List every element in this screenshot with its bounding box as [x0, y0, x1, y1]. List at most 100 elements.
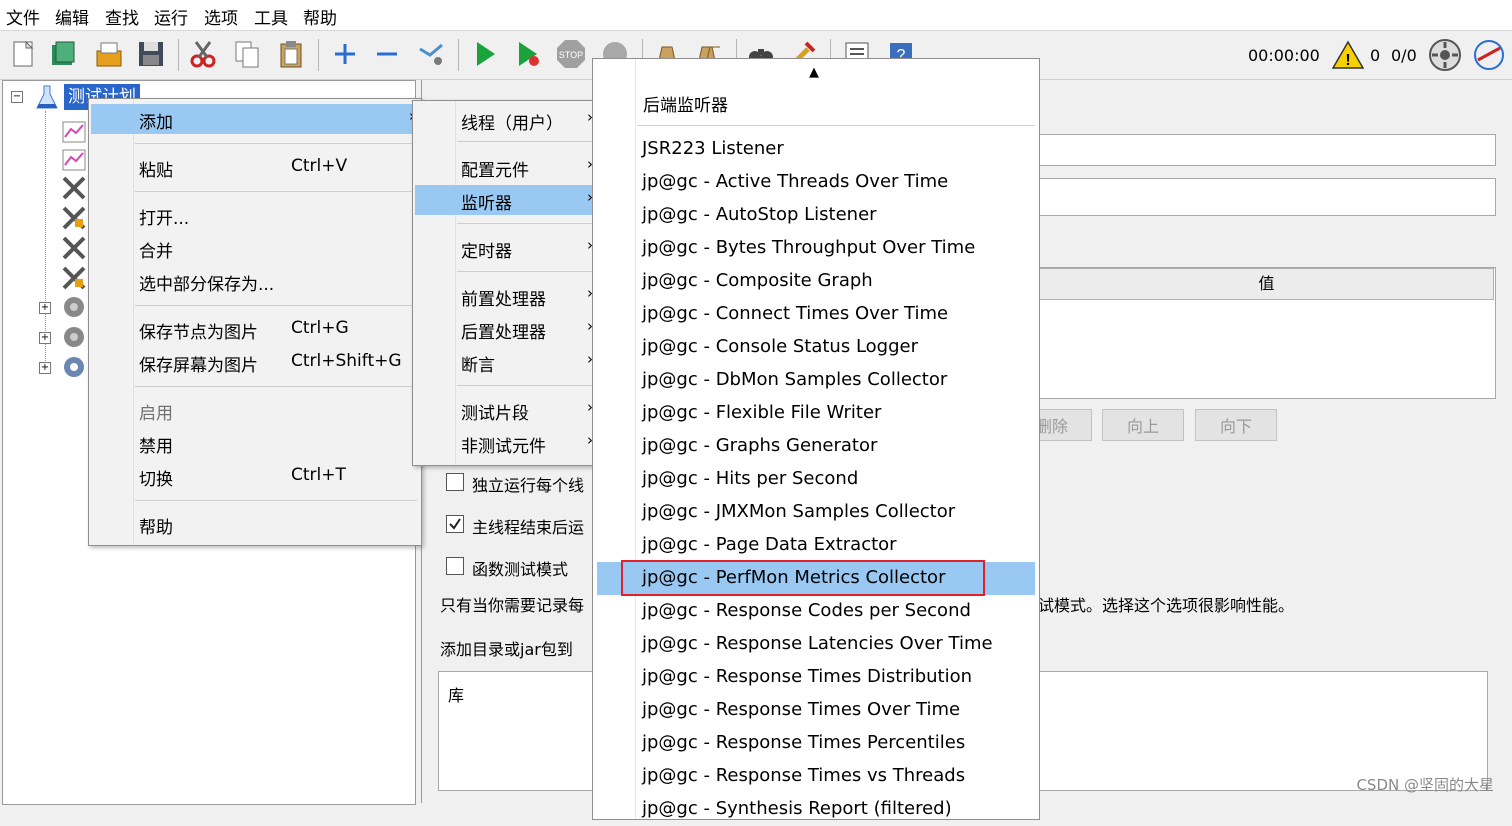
menu-item-save-node-image[interactable]: 保存节点为图片 Ctrl+G	[91, 314, 419, 344]
run-groups-consecutively-checkbox[interactable]	[446, 473, 464, 491]
config-element-icon[interactable]	[61, 205, 87, 236]
warning-icon[interactable]: !	[1331, 40, 1365, 75]
submenu-item-test-fragment[interactable]: 测试片段 ›	[415, 395, 597, 425]
functional-mode-note: 只有当你需要记录每	[440, 596, 585, 615]
menu-item-merge[interactable]: 合并	[91, 233, 419, 263]
menu-edit[interactable]: 编辑	[55, 4, 89, 29]
listener-item[interactable]: jp@gc - Page Data Extractor	[597, 529, 1035, 562]
remote-status-icon[interactable]	[1428, 38, 1462, 77]
start-no-pause-icon[interactable]	[510, 37, 544, 71]
listener-item[interactable]: jp@gc - Composite Graph	[597, 265, 1035, 298]
templates-icon[interactable]	[46, 37, 80, 71]
listener-item-label: jp@gc - Response Latencies Over Time	[642, 633, 993, 654]
config-element-icon[interactable]	[61, 235, 87, 266]
listener-item[interactable]: jp@gc - DbMon Samples Collector	[597, 364, 1035, 397]
save-icon[interactable]	[134, 37, 168, 71]
listener-node-icon[interactable]	[61, 147, 87, 178]
thread-group-gear-icon[interactable]	[61, 294, 87, 325]
stop-icon[interactable]: STOP	[554, 37, 588, 71]
listener-item[interactable]: jp@gc - Bytes Throughput Over Time	[597, 232, 1035, 265]
start-icon[interactable]	[468, 37, 502, 71]
submenu-item-post-processor[interactable]: 后置处理器 ›	[415, 314, 597, 344]
submenu-item-config-element[interactable]: 配置元件 ›	[415, 152, 597, 182]
cut-icon[interactable]	[186, 37, 220, 71]
classpath-note: 添加目录或jar包到	[440, 640, 573, 659]
copy-icon[interactable]	[230, 37, 264, 71]
run-groups-consecutively-label: 独立运行每个线	[472, 476, 585, 495]
menu-item-add[interactable]: 添加›	[91, 104, 419, 134]
toggle-icon[interactable]	[414, 37, 448, 71]
scroll-up-arrow-icon[interactable]: ▲	[809, 65, 819, 80]
new-icon[interactable]	[6, 37, 40, 71]
menu-item-paste[interactable]: 粘贴 Ctrl+V	[91, 152, 419, 182]
tree-collapse-toggle[interactable]: −	[11, 91, 23, 103]
log-viewer-icon[interactable]	[1472, 38, 1506, 77]
listener-item[interactable]: jp@gc - Response Codes per Second	[597, 595, 1035, 628]
teardown-on-shutdown-checkbox[interactable]	[446, 515, 464, 533]
submenu-item-assertion[interactable]: 断言 ›	[415, 347, 597, 377]
config-element-icon[interactable]	[61, 175, 87, 206]
listener-item[interactable]: jp@gc - Response Times vs Threads	[597, 760, 1035, 793]
functional-test-mode-checkbox[interactable]	[446, 557, 464, 575]
submenu-item-threads[interactable]: 线程（用户） ›	[415, 105, 597, 135]
listener-item[interactable]: JSR223 Listener	[597, 133, 1035, 166]
listener-item[interactable]: jp@gc - Synthesis Report (filtered)	[597, 793, 1035, 826]
listener-item[interactable]: jp@gc - Hits per Second	[597, 463, 1035, 496]
config-element-icon[interactable]	[61, 265, 87, 296]
listener-item-label: jp@gc - Composite Graph	[642, 270, 873, 291]
listener-item[interactable]: jp@gc - Active Threads Over Time	[597, 166, 1035, 199]
open-icon[interactable]	[92, 37, 126, 71]
add-submenu: 线程（用户） › 配置元件 › 监听器 › 定时器 › 前置处理器 › 后置处理器 › 断言…	[412, 100, 600, 466]
listener-submenu: ▲ 后端监听器 JSR223 Listener jp@gc - Active Th…	[592, 58, 1040, 820]
move-down-button[interactable]: 向下	[1195, 409, 1277, 441]
menu-item-help[interactable]: 帮助	[91, 509, 419, 539]
menu-item-disable[interactable]: 禁用	[91, 428, 419, 458]
tree-expand-toggle[interactable]: +	[39, 302, 51, 314]
submenu-item-non-test-elements[interactable]: 非测试元件 ›	[415, 428, 597, 458]
menu-item-save-selection-as[interactable]: 选中部分保存为...	[91, 266, 419, 296]
menu-search[interactable]: 查找	[105, 4, 139, 29]
expand-icon[interactable]	[328, 37, 362, 71]
listener-item-label: jp@gc - AutoStop Listener	[642, 204, 877, 225]
move-up-button[interactable]: 向上	[1102, 409, 1184, 441]
tree-expand-toggle[interactable]: +	[39, 332, 51, 344]
listener-item-label: JSR223 Listener	[642, 138, 784, 159]
paste-icon[interactable]	[274, 37, 308, 71]
listener-item-label: jp@gc - Response Codes per Second	[642, 600, 971, 621]
listener-item[interactable]: jp@gc - Connect Times Over Time	[597, 298, 1035, 331]
svg-text:!: !	[1345, 52, 1350, 69]
listener-item[interactable]: jp@gc - JMXMon Samples Collector	[597, 496, 1035, 529]
listener-node-icon[interactable]	[61, 119, 87, 150]
listener-item-label: jp@gc - DbMon Samples Collector	[642, 369, 948, 390]
test-plan-icon	[35, 84, 59, 117]
listener-item[interactable]: jp@gc - Console Status Logger	[597, 331, 1035, 364]
submenu-item-pre-processor[interactable]: 前置处理器 ›	[415, 281, 597, 311]
menu-tools[interactable]: 工具	[254, 4, 288, 29]
watermark: CSDN @坚固的大星	[1356, 776, 1494, 794]
listener-item[interactable]: jp@gc - AutoStop Listener	[597, 199, 1035, 232]
tree-expand-toggle[interactable]: +	[39, 362, 51, 374]
thread-group-gear-icon[interactable]	[61, 324, 87, 355]
listener-item-backend[interactable]: 后端监听器	[643, 91, 728, 116]
menu-help[interactable]: 帮助	[303, 4, 337, 29]
menu-item-open[interactable]: 打开...	[91, 200, 419, 230]
menu-file[interactable]: 文件	[6, 4, 40, 29]
listener-item[interactable]: jp@gc - Response Latencies Over Time	[597, 628, 1035, 661]
listener-item[interactable]: jp@gc - Response Times Percentiles	[597, 727, 1035, 760]
menu-run[interactable]: 运行	[154, 4, 188, 29]
listener-item[interactable]: jp@gc - Graphs Generator	[597, 430, 1035, 463]
name-field[interactable]	[1039, 134, 1496, 166]
comments-field[interactable]	[1039, 178, 1496, 216]
listener-item-label: jp@gc - Page Data Extractor	[642, 534, 897, 555]
submenu-item-listener[interactable]: 监听器 ›	[415, 185, 597, 215]
menu-item-save-screen-image[interactable]: 保存屏幕为图片 Ctrl+Shift+G	[91, 347, 419, 377]
menu-bar: 文件 编辑 查找 运行 选项 工具 帮助	[0, 0, 1512, 31]
menu-options[interactable]: 选项	[204, 4, 238, 29]
collapse-icon[interactable]	[370, 37, 404, 71]
listener-item[interactable]: jp@gc - Response Times Over Time	[597, 694, 1035, 727]
listener-item[interactable]: jp@gc - Flexible File Writer	[597, 397, 1035, 430]
submenu-item-timer[interactable]: 定时器 ›	[415, 233, 597, 263]
listener-item[interactable]: jp@gc - Response Times Distribution	[597, 661, 1035, 694]
thread-group-gear-icon[interactable]	[61, 354, 87, 385]
menu-item-toggle[interactable]: 切换 Ctrl+T	[91, 461, 419, 491]
